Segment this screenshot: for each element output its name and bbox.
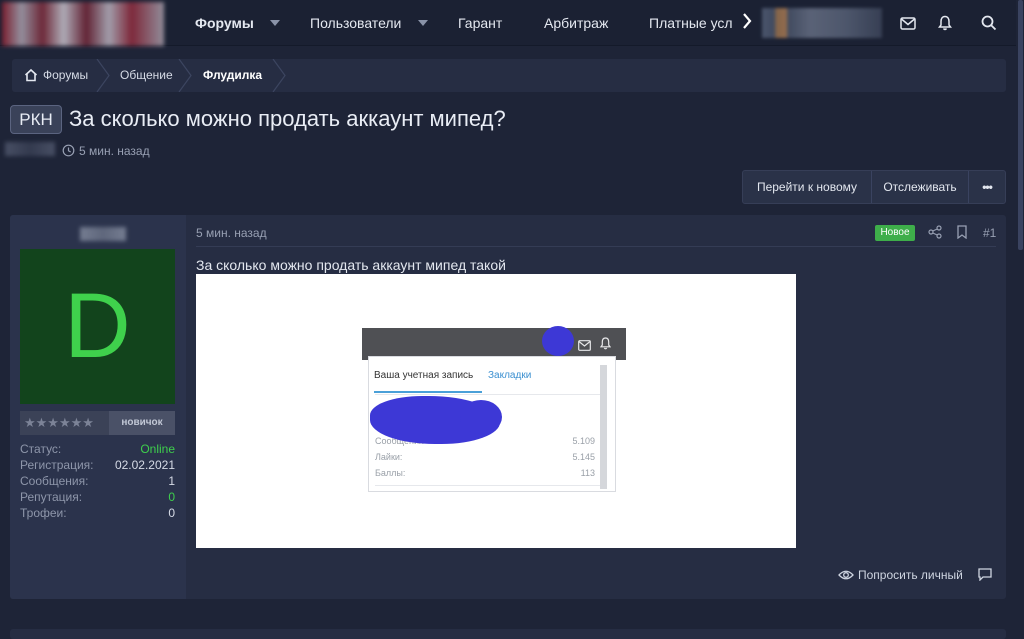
user-stat-row: Трофеи: 0 [20, 505, 175, 521]
breadcrumb-general[interactable]: Общение [120, 59, 173, 92]
nav-forums[interactable]: Форумы [195, 0, 254, 46]
screenshot-scrollbar [600, 365, 607, 489]
screenshot-tab-bookmarks: Закладки [488, 370, 532, 381]
stat-label: Трофеи: [20, 506, 67, 520]
active-tab-underline [374, 391, 482, 393]
stat-value: Online [140, 442, 175, 456]
account-menu[interactable] [762, 8, 882, 38]
mail-icon[interactable] [898, 13, 918, 33]
screenshot-divider [375, 394, 605, 395]
post: D ★★★★★★ новичок Статус: Online Регистра… [10, 215, 1006, 599]
rank-stars-icon: ★★★★★★ [24, 415, 94, 430]
redaction-scribble [460, 400, 502, 434]
page-scrollbar-thumb[interactable] [1018, 0, 1023, 250]
breadcrumb: Форумы Общение Флудилка [12, 59, 1006, 92]
user-stat-row: Сообщения: 1 [20, 473, 175, 489]
chevron-right-icon[interactable] [742, 12, 752, 35]
stat-value: 02.02.2021 [114, 458, 175, 472]
nav-arbitration[interactable]: Арбитраж [544, 0, 608, 46]
home-icon[interactable] [24, 68, 38, 82]
search-icon[interactable] [979, 13, 999, 33]
avatar[interactable]: D [20, 249, 175, 404]
stat-label: Статус: [20, 442, 62, 456]
breadcrumb-separator [272, 59, 286, 92]
screenshot-row: Лайки: 5.145 [375, 452, 595, 462]
new-badge: Новое [875, 225, 915, 241]
thread-author[interactable] [5, 142, 55, 156]
top-navigation: Форумы Пользователи Гарант Арбитраж Плат… [0, 0, 1024, 46]
post-text: За сколько можно продать аккаунт мипед т… [196, 257, 506, 273]
eye-icon [838, 568, 854, 582]
thread-time[interactable]: 5 мин. назад [79, 142, 150, 160]
stat-label: Репутация: [20, 490, 83, 504]
mail-icon [578, 338, 591, 356]
breadcrumb-forums[interactable]: Форумы [43, 59, 88, 92]
user-rank-bar: ★★★★★★ новичок [20, 411, 175, 435]
thread-prefix-badge[interactable]: РКН [10, 105, 62, 134]
share-icon[interactable] [928, 225, 944, 241]
watch-button[interactable]: Отслеживать [872, 171, 968, 203]
next-post-edge [10, 629, 1006, 639]
screenshot-row: Баллы: 113 [375, 468, 595, 478]
screenshot-divider [375, 485, 605, 486]
post-number[interactable]: #1 [983, 225, 996, 241]
chevron-down-icon[interactable] [418, 20, 428, 26]
more-options-button[interactable]: ••• [969, 171, 1005, 203]
goto-new-button[interactable]: Перейти к новому [743, 171, 871, 203]
stat-label: Сообщения: [20, 474, 89, 488]
stat-value: 0 [168, 490, 175, 504]
report-icon[interactable] [978, 568, 994, 582]
user-stat-row: Статус: Online [20, 441, 175, 457]
chevron-down-icon[interactable] [270, 20, 280, 26]
nav-users[interactable]: Пользователи [310, 0, 401, 46]
nav-guarantor[interactable]: Гарант [458, 0, 502, 46]
breadcrumb-flood[interactable]: Флудилка [203, 59, 262, 92]
stat-value[interactable]: 0 [168, 505, 175, 521]
user-stat-row: Регистрация: 02.02.2021 [20, 457, 175, 473]
site-logo[interactable] [2, 2, 164, 46]
breadcrumb-separator [178, 59, 192, 92]
post-main: 5 мин. назад Новое #1 За сколько можно п… [186, 215, 1006, 599]
thread-toolbar: Перейти к новому Отслеживать ••• [742, 170, 1006, 204]
post-time[interactable]: 5 мин. назад [196, 225, 267, 241]
redaction-scribble [542, 326, 574, 356]
post-username[interactable] [80, 227, 126, 241]
page-title: За сколько можно продать аккаунт мипед? [69, 106, 506, 131]
post-user-pane: D ★★★★★★ новичок Статус: Online Регистра… [10, 215, 186, 599]
screenshot-tab-account: Ваша учетная запись [374, 370, 474, 381]
breadcrumb-separator [96, 59, 110, 92]
attached-image[interactable]: Ваша учетная запись Закладки Сообщения 5.… [196, 274, 796, 548]
user-stat-row: Репутация: 0 [20, 489, 175, 505]
nav-paid-services[interactable]: Платные усл [649, 0, 737, 46]
bell-icon[interactable] [935, 13, 955, 33]
clock-icon [62, 144, 75, 157]
user-rank-label: новичок [109, 411, 175, 435]
request-private-link[interactable]: Попросить личный [858, 567, 963, 583]
bell-icon [599, 337, 612, 355]
bookmark-icon[interactable] [956, 225, 972, 241]
stat-label: Регистрация: [20, 458, 94, 472]
stat-value[interactable]: 1 [168, 473, 175, 489]
post-divider [196, 246, 996, 247]
